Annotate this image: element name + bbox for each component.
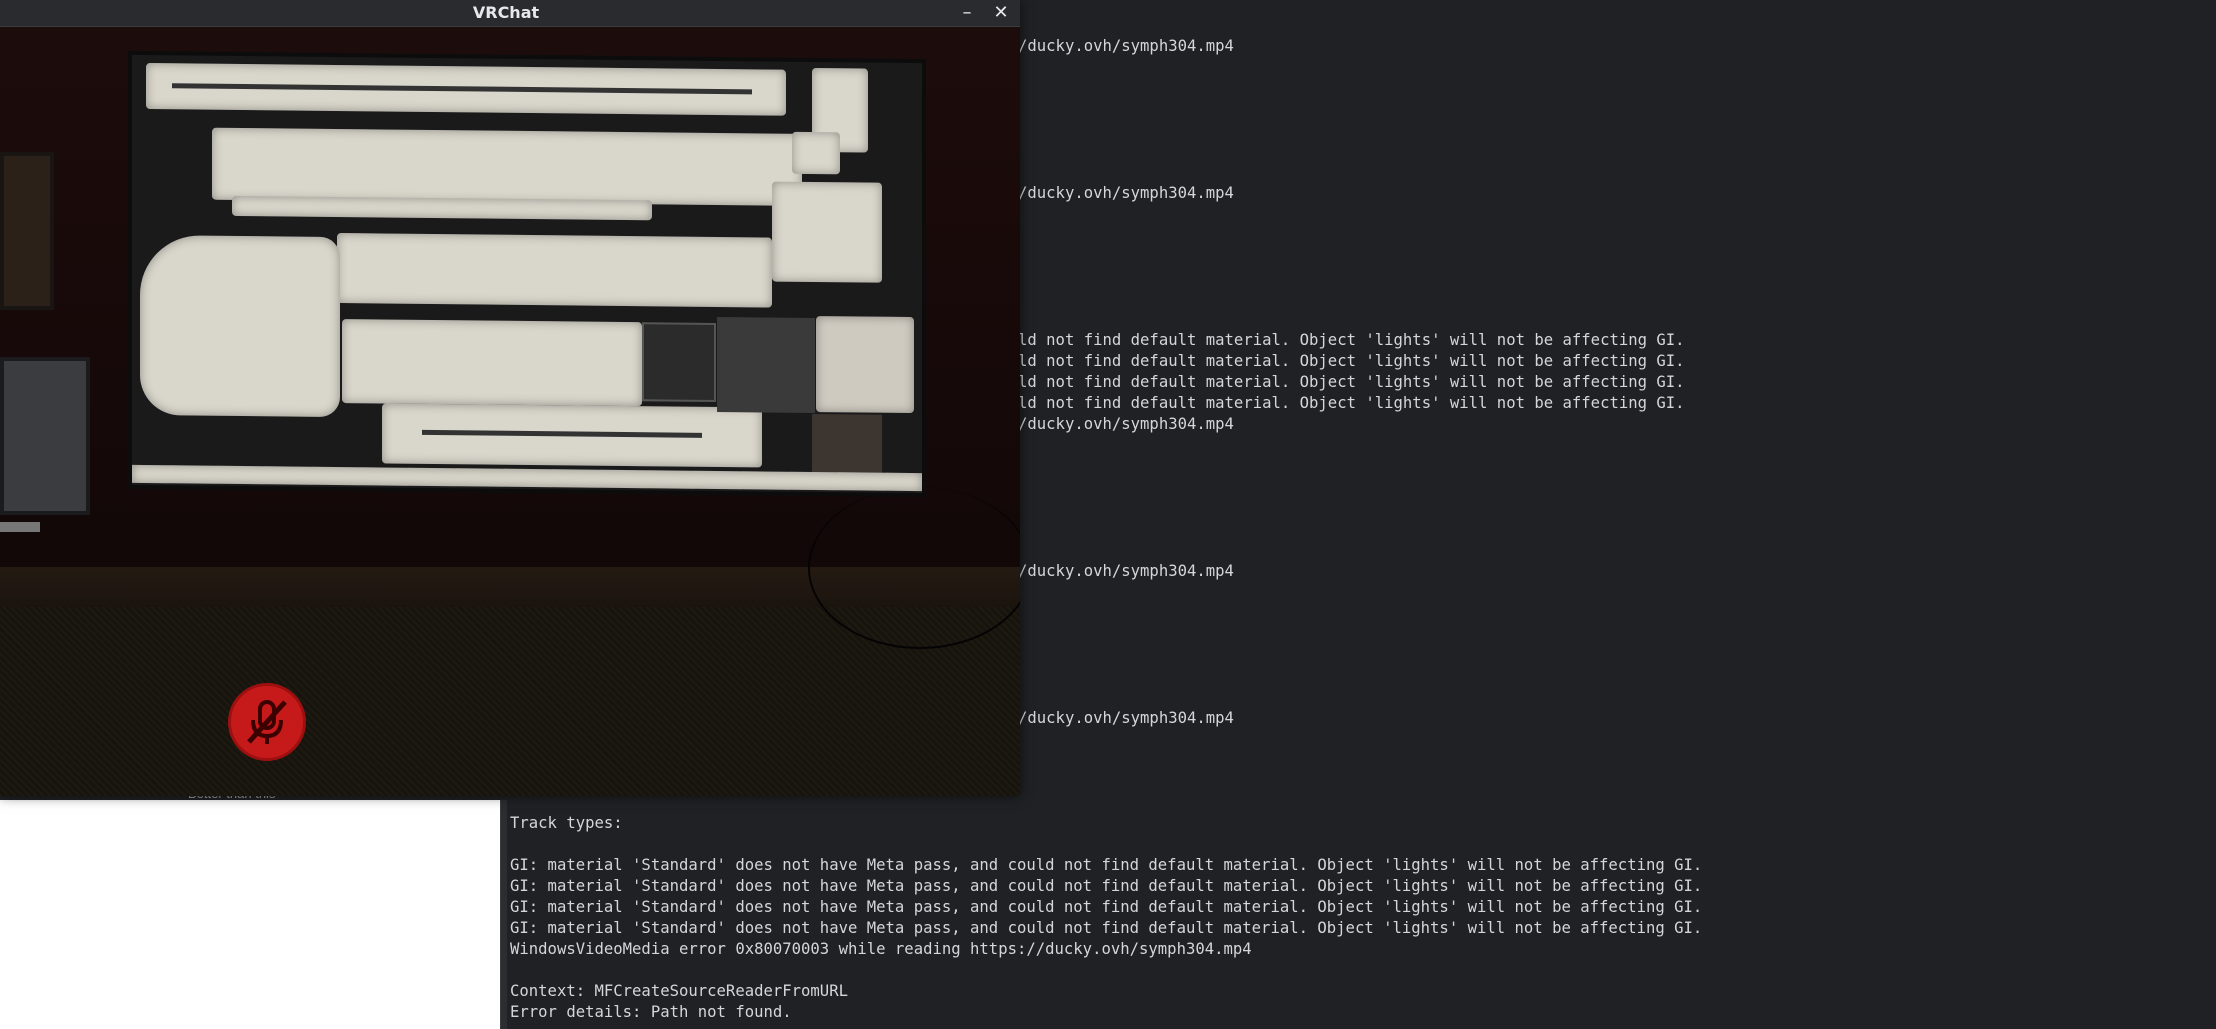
- wall-shelf: [0, 522, 40, 532]
- microphone-muted-icon: [228, 683, 306, 761]
- terminal-line: /ducky.ovh/symph304.mp4: [1018, 37, 1234, 55]
- terminal-line: /ducky.ovh/symph304.mp4: [1018, 415, 1234, 433]
- texture-atlas-display: [128, 50, 926, 498]
- terminal-line: ld not find default material. Object 'li…: [1018, 373, 1685, 391]
- vrchat-window[interactable]: VRChat – ✕: [0, 0, 1020, 796]
- minimize-button[interactable]: –: [956, 2, 978, 24]
- atlas-piece: [816, 316, 914, 414]
- atlas-piece: [140, 234, 340, 418]
- pane-divider[interactable]: [500, 800, 507, 1029]
- wall-picture-frame: [0, 152, 54, 310]
- atlas-dark-tile: [717, 316, 815, 414]
- atlas-piece: [342, 319, 642, 407]
- terminal-line: ld not find default material. Object 'li…: [1018, 352, 1685, 370]
- atlas-piece: [772, 181, 882, 283]
- atlas-piece: [232, 195, 652, 221]
- wall-panel: [0, 357, 90, 515]
- atlas-piece: [132, 464, 922, 492]
- terminal-line: Context: MFCreateSourceReaderFromURL: [510, 982, 848, 1000]
- atlas-piece: [212, 127, 802, 206]
- terminal-line: /ducky.ovh/symph304.mp4: [1018, 184, 1234, 202]
- atlas-piece: [337, 233, 772, 308]
- hanging-cable: [808, 487, 1020, 649]
- atlas-dark-tile: [642, 322, 716, 402]
- terminal-line: WindowsVideoMedia error 0x80070003 while…: [510, 940, 1252, 958]
- terminal-line: Error details: Path not found.: [510, 1003, 792, 1021]
- window-title: VRChat: [472, 3, 540, 22]
- terminal-line: /ducky.ovh/symph304.mp4: [1018, 562, 1234, 580]
- terminal-line: ld not find default material. Object 'li…: [1018, 331, 1685, 349]
- atlas-piece: [792, 131, 840, 175]
- terminal-line: GI: material 'Standard' does not have Me…: [510, 898, 1703, 916]
- terminal-line: GI: material 'Standard' does not have Me…: [510, 919, 1703, 937]
- close-button[interactable]: ✕: [990, 2, 1012, 24]
- background-window-pane[interactable]: [0, 800, 500, 1029]
- game-viewport[interactable]: [0, 27, 1020, 796]
- window-titlebar[interactable]: VRChat – ✕: [0, 0, 1020, 27]
- terminal-line: ld not find default material. Object 'li…: [1018, 394, 1685, 412]
- terminal-line: Track types:: [510, 814, 623, 832]
- terminal-line: GI: material 'Standard' does not have Me…: [510, 877, 1703, 895]
- terminal-line: /ducky.ovh/symph304.mp4: [1018, 709, 1234, 727]
- terminal-line: GI: material 'Standard' does not have Me…: [510, 856, 1703, 874]
